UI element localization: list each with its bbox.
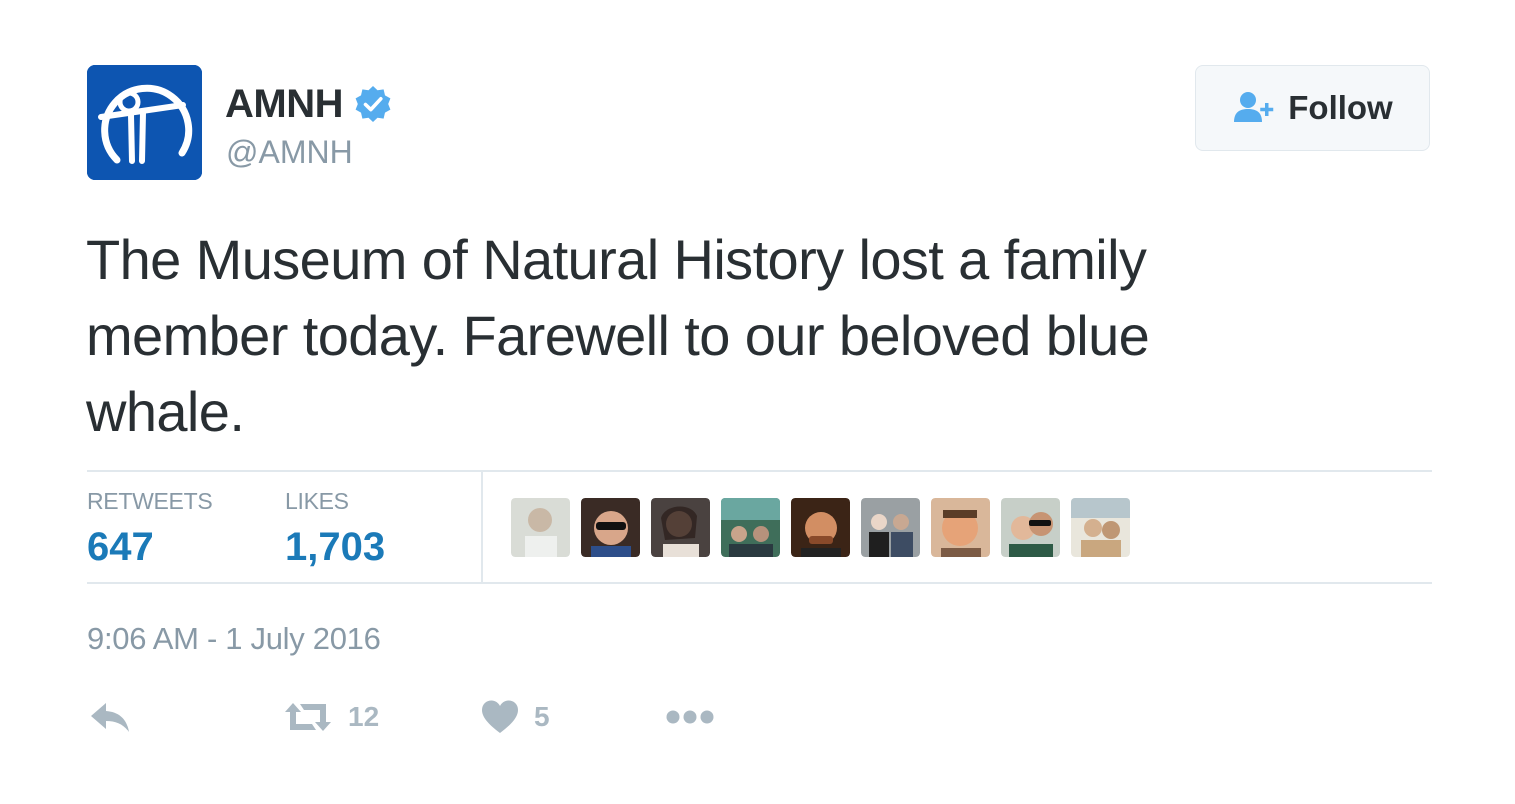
likes-stat[interactable]: LIKES 1,703 (285, 486, 385, 572)
liker-avatar-5[interactable] (791, 498, 850, 557)
stats-divider-top (87, 470, 1432, 472)
stats-separator (481, 472, 483, 582)
liker-avatar-3[interactable] (651, 498, 710, 557)
tweet-actions: 12 5 (88, 695, 788, 739)
tweet-text: The Museum of Natural History lost a fam… (86, 228, 1150, 443)
likes-label: LIKES (285, 488, 349, 514)
follow-button-label: Follow (1288, 89, 1393, 126)
stats-divider-bottom (87, 582, 1432, 584)
tweet-card: AMNH @AMNH Follow The Museum of Natural … (0, 0, 1515, 804)
author-handle[interactable]: @AMNH (226, 132, 353, 172)
more-options-button[interactable] (666, 695, 714, 739)
author-avatar[interactable] (87, 65, 202, 180)
verified-badge-icon (353, 84, 393, 124)
like-button[interactable]: 5 (480, 695, 550, 739)
liker-avatar-2[interactable] (581, 498, 640, 557)
add-user-icon (1232, 90, 1278, 126)
liker-avatar-1[interactable] (511, 498, 570, 557)
retweets-stat[interactable]: RETWEETS 647 (87, 486, 213, 572)
reply-icon (91, 703, 129, 732)
retweet-icon (285, 703, 331, 731)
likes-count: 1,703 (285, 525, 386, 569)
retweets-count: 647 (87, 525, 154, 569)
liker-avatar-4[interactable] (721, 498, 780, 557)
amnh-logo-icon (87, 65, 202, 180)
liker-avatar-6[interactable] (861, 498, 920, 557)
retweets-label: RETWEETS (87, 488, 213, 514)
tweet-timestamp[interactable]: 9:06 AM - 1 July 2016 (87, 620, 381, 658)
liker-avatar-9[interactable] (1071, 498, 1130, 557)
retweet-button[interactable]: 12 (282, 695, 379, 739)
more-dots-icon (666, 710, 714, 724)
author-display-name[interactable]: AMNH (225, 80, 343, 128)
follow-button[interactable]: Follow (1195, 65, 1430, 151)
author-name-row[interactable]: AMNH (225, 80, 393, 128)
liker-avatar-8[interactable] (1001, 498, 1060, 557)
like-count: 5 (534, 701, 550, 732)
liker-avatar-7[interactable] (931, 498, 990, 557)
heart-icon (482, 700, 518, 733)
reply-button[interactable] (88, 695, 132, 739)
liker-avatars (511, 498, 1130, 557)
retweet-count: 12 (348, 701, 380, 732)
